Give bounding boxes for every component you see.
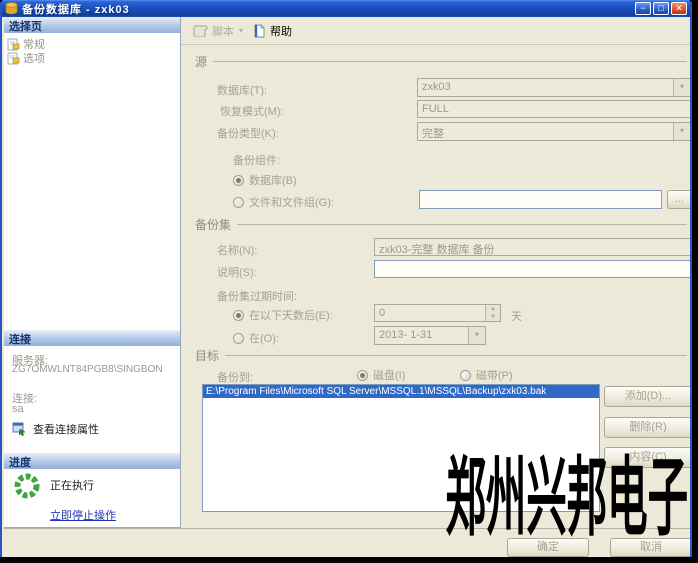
radio-label: 文件和文件组(G): — [249, 194, 334, 210]
days-unit-label: 天 — [511, 308, 522, 324]
files-filegroups-field[interactable] — [419, 190, 662, 209]
backup-component-label: 备份组件: — [233, 152, 280, 168]
backup-type-combo-value: 完整 — [418, 123, 673, 140]
radio-label: 磁盘(I) — [373, 367, 405, 383]
progress-spinner-icon — [13, 472, 41, 500]
radio-label: 在以下天数后(E): — [249, 307, 333, 323]
backup-set-group-header: 备份集 — [195, 216, 687, 233]
expire-days-value: 0 — [375, 305, 485, 321]
backup-set-name-field[interactable]: zxk03-完整 数据库 备份 — [374, 238, 692, 256]
sidebar: 选择页 常规 选项 连接 服务器: — [4, 17, 181, 528]
backup-to-disk-option[interactable]: 磁盘(I) — [357, 367, 405, 383]
connection-section-header: 连接 — [4, 330, 180, 346]
radio-label: 磁带(P) — [476, 367, 513, 383]
page-icon — [7, 38, 20, 51]
screenshot-root: 备份数据库 - zxk03 − □ ✕ 选择页 常规 — [0, 0, 698, 563]
backup-type-combo[interactable]: 完整 ▾ — [417, 122, 691, 141]
contents-button[interactable]: 内容(C) — [604, 447, 692, 468]
radio-checked-icon[interactable] — [233, 175, 244, 186]
backup-to-label: 备份到: — [217, 369, 253, 385]
radio-unchecked-icon[interactable] — [233, 197, 244, 208]
spin-down-icon[interactable]: ▼ — [486, 313, 500, 321]
database-combo-value: zxk03 — [418, 79, 673, 96]
maximize-button[interactable]: □ — [653, 2, 669, 15]
backup-component-files-option[interactable]: 文件和文件组(G): — [233, 194, 334, 210]
database-icon — [5, 2, 18, 15]
source-group-label: 源 — [195, 53, 207, 70]
connection-properties-icon — [12, 422, 27, 436]
radio-checked-icon[interactable] — [233, 310, 244, 321]
close-button[interactable]: ✕ — [671, 2, 687, 15]
destination-path-item[interactable]: E:\Program Files\Microsoft SQL Server\MS… — [203, 385, 599, 398]
database-combo[interactable]: zxk03 ▾ — [417, 78, 691, 97]
server-value: ZG7OMWLNT84PGB8\SINGBON — [12, 364, 163, 375]
page-icon — [7, 52, 20, 65]
help-icon — [253, 24, 266, 38]
destination-path-list[interactable]: E:\Program Files\Microsoft SQL Server\MS… — [202, 384, 600, 512]
script-button[interactable]: 脚本 ▾ — [189, 21, 246, 41]
recovery-model-label: 恢复模式(M): — [220, 103, 284, 119]
destination-group-header: 目标 — [195, 347, 687, 364]
toolbar: 脚本 ▾ 帮助 — [181, 17, 692, 45]
help-button-label: 帮助 — [270, 23, 292, 39]
chevron-down-icon[interactable]: ▾ — [673, 123, 690, 140]
expire-date-value: 2013- 1-31 — [375, 327, 468, 344]
radio-label: 数据库(B) — [249, 172, 297, 188]
spin-up-icon[interactable]: ▲ — [486, 305, 500, 313]
backup-type-label: 备份类型(K): — [217, 125, 279, 141]
add-button[interactable]: 添加(D)... — [604, 386, 692, 407]
titlebar[interactable]: 备份数据库 - zxk03 − □ ✕ — [2, 0, 690, 17]
radio-unchecked-icon[interactable] — [233, 333, 244, 344]
expire-after-days-option[interactable]: 在以下天数后(E): — [233, 307, 333, 323]
progress-status-text: 正在执行 — [50, 477, 94, 493]
chevron-down-icon[interactable]: ▾ — [673, 79, 690, 96]
database-label: 数据库(T): — [217, 82, 267, 98]
radio-label: 在(O): — [249, 330, 279, 346]
ok-button[interactable]: 确定 — [507, 538, 589, 557]
backup-component-database-option[interactable]: 数据库(B) — [233, 172, 297, 188]
backup-set-group-label: 备份集 — [195, 216, 231, 233]
window-title: 备份数据库 - zxk03 — [22, 1, 130, 17]
backup-database-dialog: 备份数据库 - zxk03 − □ ✕ 选择页 常规 — [0, 0, 692, 557]
chevron-down-icon[interactable]: ▾ — [468, 327, 485, 344]
stop-action-link[interactable]: 立即停止操作 — [50, 507, 116, 523]
recovery-model-field[interactable]: FULL — [417, 100, 691, 118]
sidebar-item-label: 选项 — [23, 50, 45, 66]
backup-set-description-field[interactable] — [374, 260, 692, 278]
script-button-label: 脚本 — [212, 23, 234, 39]
chevron-down-icon: ▾ — [239, 26, 243, 35]
expire-on-date-option[interactable]: 在(O): — [233, 330, 279, 346]
radio-checked-icon[interactable] — [357, 370, 368, 381]
destination-group-label: 目标 — [195, 347, 219, 364]
minimize-button[interactable]: − — [635, 2, 651, 15]
sidebar-item-options[interactable]: 选项 — [7, 50, 45, 66]
connection-value: sa — [12, 403, 24, 415]
expire-days-spinner[interactable]: 0 ▲ ▼ — [374, 304, 501, 322]
progress-section-header: 进度 — [4, 453, 180, 469]
dialog-footer: 确定 取消 — [4, 528, 692, 557]
select-page-header: 选择页 — [4, 17, 180, 33]
form-area: 源 数据库(T): zxk03 ▾ 恢复模式(M): FULL 备份类型(K):… — [181, 45, 692, 528]
expire-date-combo[interactable]: 2013- 1-31 ▾ — [374, 326, 486, 345]
spinner-arrows[interactable]: ▲ ▼ — [485, 305, 500, 321]
view-connection-properties-link[interactable]: 查看连接属性 — [12, 421, 99, 437]
remove-button[interactable]: 删除(R) — [604, 417, 692, 438]
help-button[interactable]: 帮助 — [250, 21, 295, 41]
script-icon — [192, 24, 208, 37]
backup-to-tape-option[interactable]: 磁带(P) — [460, 367, 513, 383]
view-connection-properties-label: 查看连接属性 — [33, 421, 99, 437]
cancel-button[interactable]: 取消 — [610, 538, 692, 557]
window-controls: − □ ✕ — [635, 2, 687, 15]
browse-button[interactable]: ... — [667, 190, 692, 209]
radio-unchecked-icon[interactable] — [460, 370, 471, 381]
description-label: 说明(S): — [217, 264, 257, 280]
expiration-label: 备份集过期时间: — [217, 288, 297, 304]
name-label: 名称(N): — [217, 242, 257, 258]
source-group-header: 源 — [195, 53, 687, 70]
